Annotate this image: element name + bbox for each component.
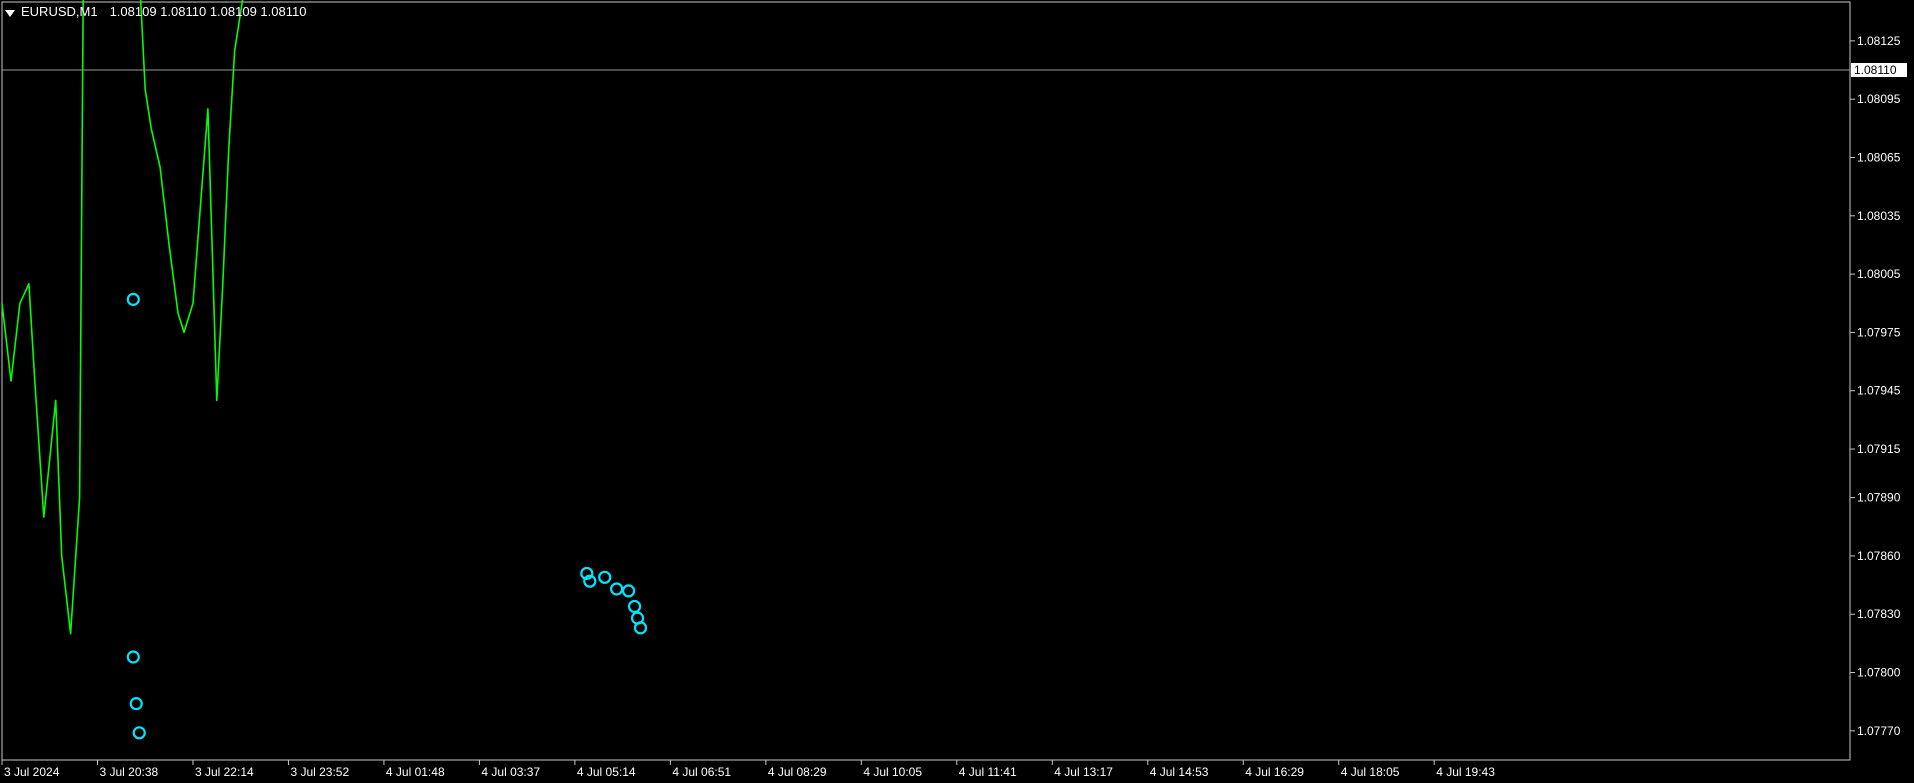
plot-frame: [1, 1, 1851, 761]
x-tick-label: 3 Jul 20:38: [99, 765, 158, 779]
time-axis: 3 Jul 2024 3 Jul 20:38 3 Jul 22:14 3 Jul 23…: [1, 760, 1495, 779]
x-tick-label: 4 Jul 14:53: [1150, 765, 1209, 779]
y-tick-label: 1.08065: [1857, 150, 1901, 164]
x-tick-label: 4 Jul 03:37: [481, 765, 540, 779]
y-tick-label: 1.08095: [1857, 92, 1901, 106]
x-tick-label: 4 Jul 16:29: [1245, 765, 1304, 779]
triangle-down-icon[interactable]: [5, 9, 15, 17]
chart-header: EURUSD,M1 1.08109 1.08110 1.08109 1.0811…: [5, 4, 306, 20]
x-tick-label: 3 Jul 23:52: [290, 765, 349, 779]
y-tick-label: 1.08005: [1857, 267, 1901, 281]
x-tick-label: 4 Jul 10:05: [863, 765, 922, 779]
ohlc-values: 1.08109 1.08110 1.08109 1.08110: [109, 4, 307, 19]
x-tick-label: 4 Jul 01:48: [386, 765, 445, 779]
x-tick-label: 4 Jul 11:41: [959, 765, 1017, 779]
x-tick-label: 4 Jul 19:43: [1436, 765, 1495, 779]
price-axis: 1.08125 1.08095 1.08065 1.08035 1.08005 1.079…: [1850, 34, 1901, 738]
y-tick-label: 1.08035: [1857, 209, 1901, 223]
chart-window[interactable]: 1.08125 1.08095 1.08065 1.08035 1.08005 1.079…: [0, 0, 1914, 783]
y-tick-label: 1.07915: [1857, 442, 1901, 456]
x-tick-label: 3 Jul 22:14: [195, 765, 254, 779]
y-tick-label: 1.07770: [1857, 724, 1901, 738]
y-tick-label: 1.07830: [1857, 607, 1901, 621]
bid-price-label: 1.08110: [1854, 63, 1897, 77]
y-tick-label: 1.07860: [1857, 549, 1901, 563]
price-chart[interactable]: 1.08125 1.08095 1.08065 1.08035 1.08005 1.079…: [0, 0, 1914, 783]
y-tick-label: 1.07800: [1857, 666, 1901, 680]
x-tick-label: 4 Jul 05:14: [577, 765, 636, 779]
y-tick-label: 1.07890: [1857, 491, 1901, 505]
y-tick-label: 1.08125: [1857, 34, 1901, 48]
x-tick-label: 3 Jul 2024: [4, 765, 60, 779]
y-tick-label: 1.07945: [1857, 384, 1901, 398]
x-tick-label: 4 Jul 08:29: [768, 765, 827, 779]
x-tick-label: 4 Jul 06:51: [672, 765, 731, 779]
x-tick-label: 4 Jul 13:17: [1054, 765, 1113, 779]
symbol-label: EURUSD,M1: [21, 4, 98, 19]
y-tick-label: 1.07975: [1857, 325, 1901, 339]
x-tick-label: 4 Jul 18:05: [1341, 765, 1400, 779]
